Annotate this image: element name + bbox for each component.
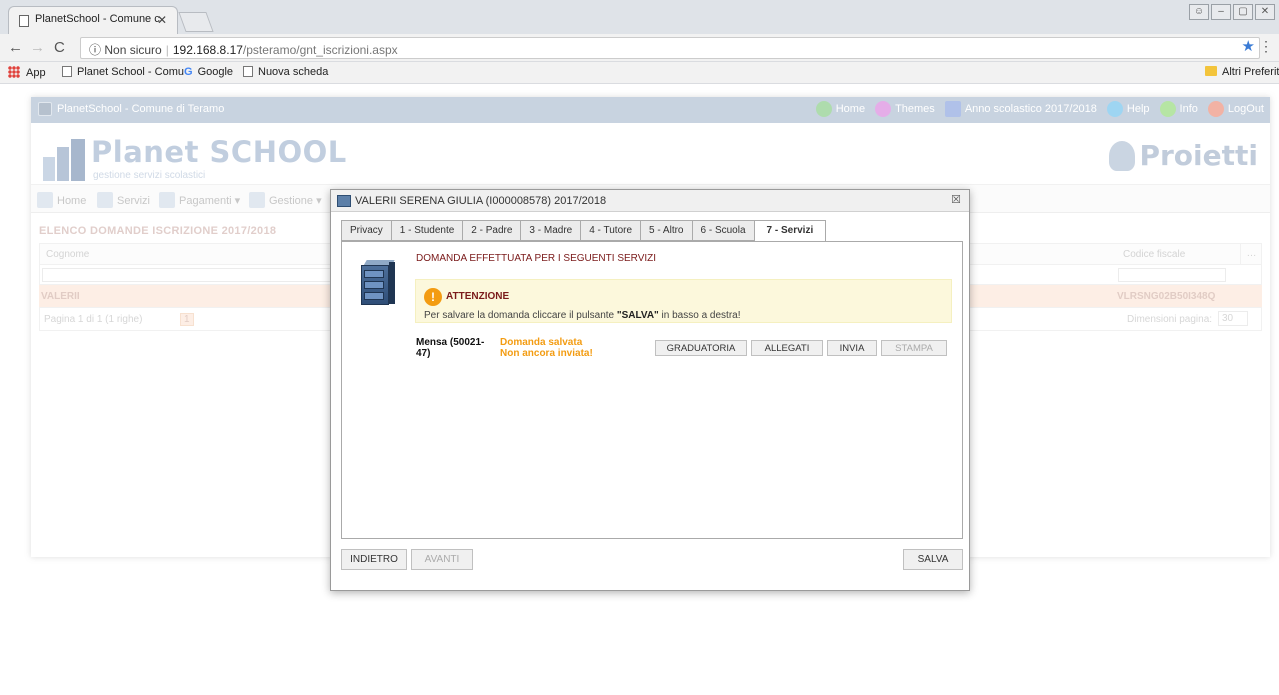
minimize-icon[interactable]: – <box>1211 4 1231 20</box>
tab-studente[interactable]: 1 - Studente <box>390 220 463 241</box>
student-card-icon <box>337 195 351 207</box>
tab-padre[interactable]: 2 - Padre <box>462 220 521 241</box>
url-path: /psteramo/gnt_iscrizioni.aspx <box>242 43 398 57</box>
tab-scuola[interactable]: 6 - Scuola <box>691 220 754 241</box>
warning-text: Per salvare la domanda cliccare il pulsa… <box>424 310 741 321</box>
google-icon: G <box>184 66 193 78</box>
folder-icon <box>1205 66 1217 76</box>
page-icon <box>62 66 72 77</box>
allegati-button[interactable]: ALLEGATI <box>751 340 823 356</box>
warning-icon: ! <box>424 288 442 306</box>
window-controls: ☺ – ▢ ✕ <box>1189 4 1275 20</box>
tab-privacy[interactable]: Privacy <box>341 220 391 241</box>
close-window-icon[interactable]: ✕ <box>1255 4 1275 20</box>
bookmark-star-icon[interactable]: ★ <box>1242 37 1255 55</box>
dialog-title: VALERII SERENA GIULIA (I000008578) 2017/… <box>355 195 607 207</box>
panel-heading: DOMANDA EFFETTUATA PER I SEGUENTI SERVIZ… <box>416 253 657 264</box>
back-arrow-icon[interactable]: ← <box>8 39 23 56</box>
info-icon: ⓘ <box>89 43 102 57</box>
dialog-tabs: Privacy 1 - Studente 2 - Padre 3 - Madre… <box>341 220 827 242</box>
invia-button[interactable]: INVIA <box>827 340 877 356</box>
warning-title: ATTENZIONE <box>446 291 510 302</box>
service-name: Mensa (50021-47) <box>416 337 485 359</box>
bookmarks-bar: App Planet School - Comu G Google Nuova s… <box>0 62 1279 84</box>
bookmark-google[interactable]: G Google <box>184 66 233 78</box>
browser-tab-strip: PlanetSchool - Comune c ✕ ☺ – ▢ ✕ <box>0 0 1279 34</box>
page-icon <box>19 15 29 27</box>
forward-arrow-icon[interactable]: → <box>30 39 45 56</box>
reload-icon[interactable]: C <box>54 39 65 56</box>
tab-madre[interactable]: 3 - Madre <box>520 220 581 241</box>
bookmark-new-tab[interactable]: Nuova scheda <box>243 66 328 78</box>
address-bar: ← → C ⓘ Non sicuro | 192.168.8.17/psteramo… <box>0 34 1279 62</box>
tab-title: PlanetSchool - Comune c <box>35 13 160 25</box>
browser-tab[interactable]: PlanetSchool - Comune c ✕ <box>8 6 178 34</box>
status-not-sent: Non ancora inviata! <box>500 348 593 359</box>
student-dialog: VALERII SERENA GIULIA (I000008578) 2017/… <box>330 189 970 591</box>
graduatoria-button[interactable]: GRADUATORIA <box>655 340 747 356</box>
close-icon[interactable]: ☒ <box>951 193 961 206</box>
dialog-titlebar: VALERII SERENA GIULIA (I000008578) 2017/… <box>331 190 969 212</box>
tab-close-icon[interactable]: ✕ <box>157 13 167 27</box>
tab-tutore[interactable]: 4 - Tutore <box>580 220 641 241</box>
bookmark-planet-school[interactable]: Planet School - Comu <box>62 66 184 78</box>
next-button[interactable]: AVANTI <box>411 549 473 570</box>
stampa-button[interactable]: STAMPA <box>881 340 947 356</box>
new-tab-button[interactable] <box>178 12 214 32</box>
bookmark-apps[interactable]: App <box>8 66 46 79</box>
url-host: 192.168.8.17 <box>172 43 243 57</box>
filing-cabinet-icon <box>359 260 395 306</box>
other-bookmarks[interactable]: Altri Preferiti <box>1205 66 1279 78</box>
maximize-icon[interactable]: ▢ <box>1233 4 1253 20</box>
service-status: Domanda salvata Non ancora inviata! <box>500 337 593 359</box>
page-icon <box>243 66 253 77</box>
tab-altro[interactable]: 5 - Altro <box>640 220 692 241</box>
status-saved: Domanda salvata <box>500 337 583 348</box>
profile-icon[interactable]: ☺ <box>1189 4 1209 20</box>
url-input[interactable]: ⓘ Non sicuro | 192.168.8.17/psteramo/gnt_i… <box>80 37 1260 59</box>
servizi-panel: DOMANDA EFFETTUATA PER I SEGUENTI SERVIZ… <box>341 241 963 539</box>
save-button[interactable]: SALVA <box>903 549 963 570</box>
warning-box: ! ATTENZIONE Per salvare la domanda clic… <box>415 279 952 323</box>
tab-servizi[interactable]: 7 - Servizi <box>753 220 827 242</box>
browser-menu-icon[interactable]: ⋮ <box>1259 38 1273 55</box>
apps-grid-icon <box>8 66 20 78</box>
security-label: Non sicuro <box>104 43 162 57</box>
back-button[interactable]: INDIETRO <box>341 549 407 570</box>
